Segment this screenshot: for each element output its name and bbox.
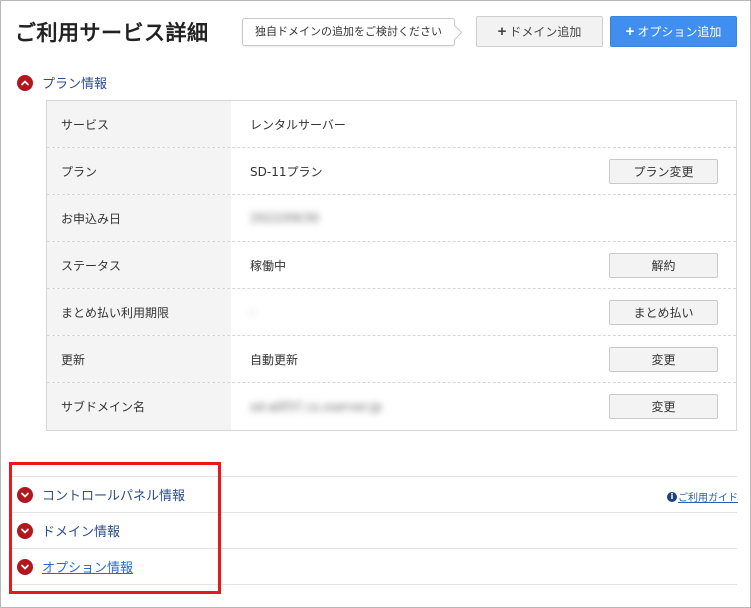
plus-icon: + [625, 23, 635, 40]
row-value: SD-11プラン プラン変更 [231, 148, 736, 194]
row-value: 稼働中 解約 [231, 242, 736, 288]
change-plan-button[interactable]: プラン変更 [609, 159, 718, 184]
subdomain-value: sd-a0f37.cs.xserver.jp [250, 399, 382, 414]
change-subdomain-button[interactable]: 変更 [609, 394, 718, 419]
table-row: サブドメイン名 sd-a0f37.cs.xserver.jp 変更 [47, 383, 736, 430]
section-toggle-plan[interactable]: プラン情報 [17, 73, 107, 92]
row-label: お申込み日 [47, 195, 231, 241]
row-label: まとめ払い利用期限 [47, 289, 231, 335]
table-row: 更新 自動更新 変更 [47, 336, 736, 383]
usage-guide-label: ご利用ガイド [678, 493, 738, 504]
highlight-annotation-box [9, 462, 221, 594]
table-row: ステータス 稼働中 解約 [47, 242, 736, 289]
add-option-button[interactable]: + オプション追加 [610, 16, 737, 47]
plan-value: SD-11プラン [250, 164, 323, 179]
row-value: 自動更新 変更 [231, 336, 736, 382]
table-row: プラン SD-11プラン プラン変更 [47, 148, 736, 195]
row-value: - まとめ払い [231, 289, 736, 335]
bulk-payment-limit-value: - [250, 305, 255, 319]
row-label: プラン [47, 148, 231, 194]
service-value: レンタルサーバー [250, 117, 346, 132]
row-label: サブドメイン名 [47, 383, 231, 430]
row-value: sd-a0f37.cs.xserver.jp 変更 [231, 383, 736, 430]
domain-suggestion-tooltip: 独自ドメインの追加をご検討ください [242, 18, 455, 46]
add-domain-label: ドメイン追加 [509, 25, 582, 39]
add-domain-button[interactable]: + ドメイン追加 [476, 16, 603, 47]
plan-info-table: サービス レンタルサーバー プラン SD-11プラン プラン変更 お申込み日 2… [46, 100, 737, 431]
status-value: 稼働中 [250, 258, 287, 273]
bulk-payment-button[interactable]: まとめ払い [609, 300, 718, 325]
table-row: お申込み日 2022/09/30 [47, 195, 736, 242]
section-title-plan: プラン情報 [42, 77, 108, 92]
chevron-up-icon [17, 74, 33, 91]
page-title: ご利用サービス詳細 [15, 21, 209, 45]
row-label: サービス [47, 101, 231, 147]
add-option-label: オプション追加 [637, 25, 722, 39]
renewal-value: 自動更新 [250, 352, 299, 367]
row-value: 2022/09/30 [231, 195, 736, 241]
table-row: まとめ払い利用期限 - まとめ払い [47, 289, 736, 336]
row-label: 更新 [47, 336, 231, 382]
change-renewal-button[interactable]: 変更 [609, 347, 718, 372]
cancel-contract-button[interactable]: 解約 [609, 253, 718, 278]
application-date-value: 2022/09/30 [250, 211, 320, 225]
table-row: サービス レンタルサーバー [47, 101, 736, 148]
row-value: レンタルサーバー [231, 101, 736, 147]
row-label: ステータス [47, 242, 231, 288]
usage-guide-link[interactable]: i ご利用ガイド [667, 489, 738, 504]
plus-icon: + [497, 23, 507, 40]
info-icon: i [667, 491, 677, 502]
